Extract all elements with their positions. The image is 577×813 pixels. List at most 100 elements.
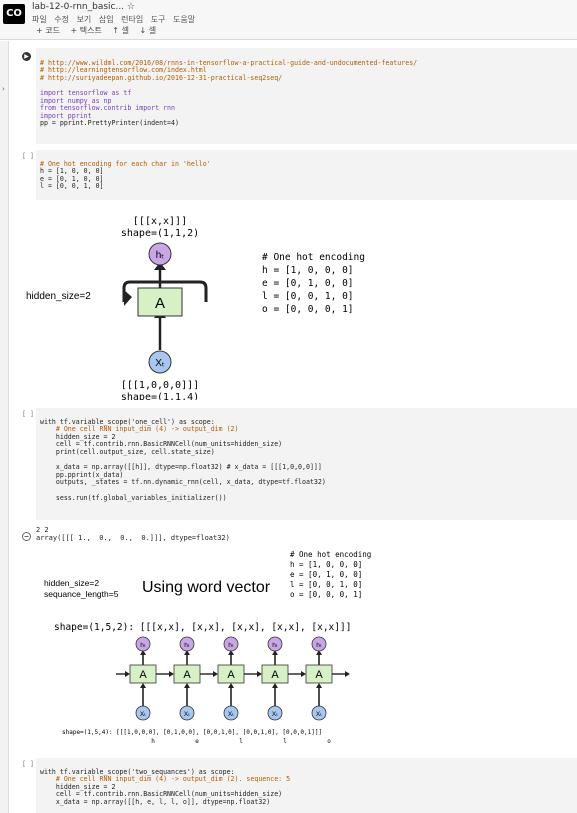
- input-node-label: Xₜ: [316, 711, 322, 718]
- notebook-title[interactable]: lab-12-0-rnn_basic... ☆: [32, 2, 135, 12]
- toolbar: + 코드 + 텍스트 ↑ 셀 ↓ 셀: [36, 25, 164, 36]
- sequence-char-label: o: [327, 738, 331, 745]
- input-arrowhead: [184, 683, 190, 688]
- code-cell-1[interactable]: ▶ # http://www.wildml.com/2016/08/rnns-i…: [14, 48, 577, 144]
- add-code-button[interactable]: + 코드: [36, 26, 60, 35]
- hidden-node-label: hₜ: [316, 642, 322, 649]
- sequence-char-label: l: [239, 738, 243, 745]
- recurrent-arrowhead: [257, 671, 262, 677]
- hidden-node-label: hₜ: [140, 642, 146, 649]
- cell-bracket[interactable]: [ ]: [22, 410, 34, 418]
- output-icon[interactable]: [22, 526, 32, 541]
- code-line: h = [1, 0, 0, 0]: [40, 167, 104, 176]
- code-line: from tensorflow.contrib import rnn: [40, 104, 175, 113]
- menu-view[interactable]: 보기: [77, 15, 92, 24]
- hidden-node-label: hₜ: [272, 642, 278, 649]
- hidden-node-label: hₜ: [156, 250, 165, 261]
- expand-sidebar-icon[interactable]: ›: [2, 85, 5, 93]
- input-arrowhead: [140, 683, 146, 688]
- final-state-arrowhead: [345, 671, 350, 677]
- rnn-cell-label: A: [227, 669, 235, 681]
- cell-bracket[interactable]: [ ]: [22, 760, 34, 768]
- code-editor[interactable]: with tf.variable_scope('two_sequances') …: [36, 758, 577, 813]
- hidden-size-label: hidden_size=2: [44, 578, 99, 588]
- rnn-cell-diagram: A hₜ Xₜ [[[x,x]]] shape=(1,1,2) hidden_s…: [20, 210, 380, 403]
- run-button-icon[interactable]: ▶: [22, 52, 31, 61]
- encoding-line: h = [1, 0, 0, 0]: [262, 265, 354, 276]
- diagram-title: Using word vector: [142, 579, 271, 596]
- initial-state-arrowhead: [125, 671, 130, 677]
- input-node-label: Xₜ: [155, 358, 165, 369]
- input-node-label: Xₜ: [184, 711, 190, 718]
- input-arrowhead: [272, 683, 278, 688]
- rnn-cell-label: A: [271, 669, 279, 681]
- sequence-char-label: h: [151, 738, 155, 745]
- hidden-node-label: hₜ: [228, 642, 234, 649]
- code-line: e = [0, 1, 0, 0]: [40, 174, 104, 183]
- code-cell-3[interactable]: [ ] with tf.variable_scope('one_cell') a…: [14, 408, 577, 520]
- code-line: # One hot encoding for each char in 'hel…: [40, 159, 211, 168]
- output-shape-label: shape=(1,1,2): [121, 228, 199, 239]
- menu-help[interactable]: 도움말: [173, 15, 195, 24]
- rnn-sequence-svg: # One hot encoding h = [1, 0, 0, 0] e = …: [44, 550, 371, 745]
- code-line: pp = pprint.PrettyPrinter(indent=4): [40, 119, 179, 128]
- sequence-char-label: e: [195, 738, 199, 745]
- colab-header: CO lab-12-0-rnn_basic... ☆ 파일 수정 보기 삽입 런…: [0, 0, 577, 40]
- code-editor[interactable]: # One hot encoding for each char in 'hel…: [36, 150, 577, 200]
- encoding-title: # One hot encoding: [262, 252, 365, 263]
- add-text-button[interactable]: + 텍스트: [71, 26, 102, 35]
- output-shape-value: [[[x,x]]]: [133, 216, 187, 227]
- menu-file[interactable]: 파일: [32, 15, 47, 24]
- colab-logo[interactable]: CO: [3, 4, 25, 24]
- encoding-line: o = [0, 0, 0, 1]: [262, 304, 354, 315]
- move-cell-down-button[interactable]: ↓ 셀: [140, 26, 157, 35]
- output-line: 2 2: [36, 526, 49, 534]
- input-arrowhead: [228, 683, 234, 688]
- rnn-sequence-diagram: # One hot encoding h = [1, 0, 0, 0] e = …: [30, 548, 390, 748]
- input-shape-value: [[[1,0,0,0]]]: [121, 380, 199, 391]
- code-line: sess.run(tf.global_variables_initializer…: [40, 493, 227, 502]
- move-cell-up-button[interactable]: ↑ 셀: [112, 26, 129, 35]
- code-line: # One cell RNN input_dim (4) -> output_d…: [40, 775, 291, 784]
- left-sidebar: ›: [0, 41, 9, 813]
- code-line: import tensorflow as tf: [40, 88, 132, 97]
- encoding-line: e = [0, 1, 0, 0]: [290, 570, 362, 579]
- code-line: outputs, _states = tf.nn.dynamic_rnn(cel…: [40, 478, 326, 487]
- encoding-title: # One hot encoding: [290, 550, 371, 559]
- menu-insert[interactable]: 삽입: [99, 15, 114, 24]
- menu-tools[interactable]: 도구: [151, 15, 166, 24]
- input-node-label: Xₜ: [228, 711, 234, 718]
- input-shape-label: shape=(1,1,4): [121, 392, 199, 400]
- input-shape-label: shape=(1,5,4): [[[1,0,0,0], [0,1,0,0], […: [62, 729, 322, 736]
- menu-edit[interactable]: 수정: [54, 15, 69, 24]
- encoding-line: l = [0, 0, 1, 0]: [290, 580, 362, 589]
- hidden-size-label: hidden_size=2: [26, 291, 91, 302]
- cell-bracket[interactable]: [ ]: [22, 152, 34, 160]
- rnn-cell-label: A: [155, 295, 165, 312]
- output-line: array([[[ 1., 0., 0., 0.]]], dtype=float…: [36, 534, 230, 542]
- code-cell-2[interactable]: [ ] # One hot encoding for each char in …: [14, 150, 577, 200]
- recurrent-arrowhead: [169, 671, 174, 677]
- code-line: # One cell RNN input_dim (4) -> output_d…: [40, 425, 239, 434]
- encoding-line: e = [0, 1, 0, 0]: [262, 278, 354, 289]
- hidden-node-label: hₜ: [184, 642, 190, 649]
- rnn-cell-label: A: [183, 669, 191, 681]
- input-node-label: Xₜ: [272, 711, 278, 718]
- rnn-cell-label: A: [315, 669, 323, 681]
- code-editor[interactable]: # http://www.wildml.com/2016/08/rnns-in-…: [36, 48, 577, 144]
- sequence-length-label: sequance_length=5: [44, 589, 119, 599]
- menu-bar: 파일 수정 보기 삽입 런타임 도구 도움말: [32, 14, 200, 25]
- sequence-char-label: l: [283, 738, 287, 745]
- encoding-line: o = [0, 0, 0, 1]: [290, 590, 362, 599]
- output-shape-label: shape=(1,5,2): [[[x,x], [x,x], [x,x], [x…: [54, 622, 351, 633]
- encoding-line: h = [1, 0, 0, 0]: [290, 560, 362, 569]
- recurrent-arrowhead: [213, 671, 218, 677]
- code-line: x_data = np.array([[h, e, l, l, o]], dty…: [40, 797, 271, 806]
- cell-output: 2 2 array([[[ 1., 0., 0., 0.]]], dtype=fl…: [36, 526, 230, 542]
- rnn-cell-svg: A hₜ Xₜ [[[x,x]]] shape=(1,1,2) hidden_s…: [26, 216, 365, 403]
- menu-runtime[interactable]: 런타임: [121, 15, 143, 24]
- code-line: l = [0, 0, 1, 0]: [40, 182, 104, 191]
- code-cell-4[interactable]: [ ] with tf.variable_scope('two_sequance…: [14, 758, 577, 813]
- loop-arrowhead: [124, 290, 132, 306]
- code-editor[interactable]: with tf.variable_scope('one_cell') as sc…: [36, 408, 577, 520]
